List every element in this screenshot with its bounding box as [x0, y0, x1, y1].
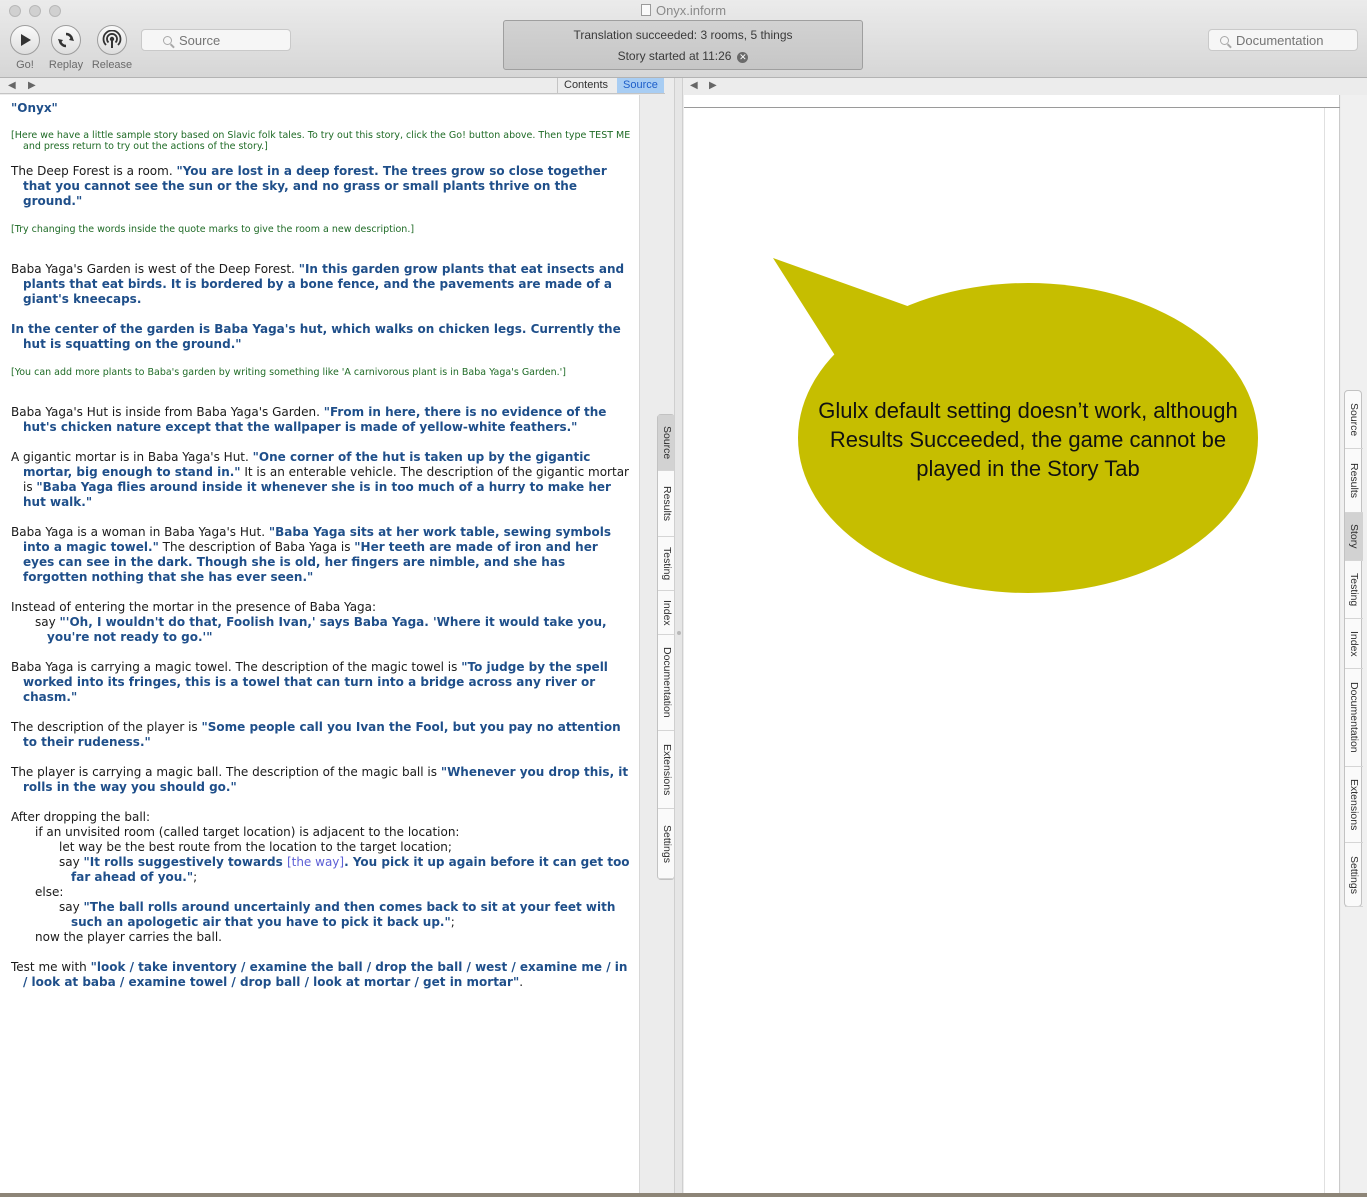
- source-text-run: ;: [193, 870, 198, 884]
- source-text-run: say: [59, 900, 84, 914]
- vtab-results[interactable]: Results: [1345, 449, 1363, 513]
- substitution-text: [the way]: [286, 855, 345, 869]
- source-editor[interactable]: "Onyx" [Here we have a little sample sto…: [0, 95, 640, 1195]
- replay-button[interactable]: [50, 25, 82, 55]
- source-text-run: The Deep Forest is a room.: [11, 164, 177, 178]
- story-title: "Onyx": [11, 101, 58, 115]
- document-icon: [640, 4, 651, 16]
- source-text-run: A gigantic mortar is in Baba Yaga's Hut.: [11, 450, 253, 464]
- quoted-text: "look / take inventory / examine the bal…: [23, 960, 628, 989]
- mortar-paragraph: A gigantic mortar is in Baba Yaga's Hut.…: [11, 450, 633, 510]
- source-text-run: The player is carrying a magic ball. The…: [11, 765, 441, 779]
- vtab-settings[interactable]: Settings: [1345, 843, 1363, 907]
- source-text-run: The description of Baba Yaga is: [158, 540, 355, 554]
- source-search-field[interactable]: [141, 29, 291, 51]
- go-button[interactable]: [9, 25, 41, 55]
- documentation-search-input[interactable]: [1236, 32, 1346, 48]
- source-search-input[interactable]: [179, 32, 269, 48]
- rule-header: After dropping the ball:: [11, 810, 151, 824]
- vtab-documentation[interactable]: Documentation: [1345, 669, 1363, 767]
- search-icon: [163, 35, 172, 45]
- quoted-text: "It rolls suggestively towards: [83, 855, 287, 869]
- documentation-search-field[interactable]: [1208, 29, 1358, 51]
- rule-line: if an unvisited room (called target loca…: [35, 825, 460, 839]
- back-arrow-icon[interactable]: ◀: [8, 80, 16, 91]
- rule-line: now the player carries the ball.: [35, 930, 222, 944]
- left-pane-nav-bar: ◀ ▶ Contents Source: [0, 78, 665, 94]
- source-text-run: .: [519, 975, 524, 989]
- rule-line: say "It rolls suggestively towards [the …: [11, 855, 633, 885]
- stop-icon[interactable]: ✕: [737, 52, 749, 63]
- garden-paragraph-2: In the center of the garden is Baba Yaga…: [11, 322, 633, 352]
- window-title-text: Onyx.inform: [655, 3, 727, 18]
- divider-handle[interactable]: [677, 631, 681, 635]
- quoted-text: In the center of the garden is Baba Yaga…: [11, 322, 621, 351]
- left-pane-tab-strip: Source Results Testing Index Documentation Ex…: [657, 414, 676, 880]
- story-header-rule: [684, 107, 1340, 108]
- plants-comment: [You can add more plants to Baba's garde…: [11, 367, 566, 378]
- quoted-text: "Baba Yaga flies around inside it whenev…: [23, 480, 611, 509]
- story-status: Story started at 11:26 ✕: [504, 49, 862, 63]
- story-status-text: Story started at 11:26: [617, 49, 732, 63]
- replay-icon: [51, 25, 81, 55]
- tab-source[interactable]: Source: [617, 78, 664, 93]
- source-text-run: ;: [450, 915, 455, 929]
- play-icon: [10, 25, 40, 55]
- release-label: Release: [91, 59, 133, 71]
- release-button[interactable]: [96, 25, 128, 55]
- source-text-run: Test me with: [11, 960, 91, 974]
- search-icon: [1220, 35, 1229, 45]
- after-dropping-rule: After dropping the ball: if an unvisited…: [11, 810, 633, 945]
- quoted-text: "'Oh, I wouldn't do that, Foolish Ivan,'…: [47, 615, 607, 644]
- split-divider[interactable]: [674, 78, 683, 1195]
- back-arrow-icon[interactable]: ◀: [690, 80, 698, 91]
- source-text-run: Baba Yaga's Garden is west of the Deep F…: [11, 262, 299, 276]
- forward-arrow-icon[interactable]: ▶: [709, 80, 717, 91]
- towel-paragraph: Baba Yaga is carrying a magic towel. The…: [11, 660, 633, 705]
- source-text-run: say: [59, 855, 84, 869]
- source-text-run: The description of the player is: [11, 720, 202, 734]
- vtab-story[interactable]: Story: [1345, 513, 1363, 561]
- desktop-edge: [0, 1193, 1367, 1197]
- toolbar: Onyx.inform Go! Replay Release Source Tr…: [0, 0, 1367, 78]
- source-text-run: say: [35, 615, 60, 629]
- vtab-source[interactable]: Source: [1345, 391, 1363, 449]
- right-pane-tab-strip: Source Results Story Testing Index Documentat…: [1344, 390, 1363, 907]
- rule-line: else:: [35, 885, 64, 899]
- rule-body: say "'Oh, I wouldn't do that, Foolish Iv…: [11, 615, 633, 645]
- hut-paragraph: Baba Yaga's Hut is inside from Baba Yaga…: [11, 405, 633, 435]
- test-me-paragraph: Test me with "look / take inventory / ex…: [11, 960, 633, 990]
- story-scroll-edge: [1324, 108, 1325, 1195]
- vtab-extensions[interactable]: Extensions: [1345, 767, 1363, 843]
- deep-forest-paragraph: The Deep Forest is a room. "You are lost…: [11, 164, 633, 209]
- intro-comment: [Here we have a little sample story base…: [11, 130, 631, 152]
- vtab-index[interactable]: Index: [1345, 619, 1363, 669]
- rule-header: Instead of entering the mortar in the pr…: [11, 600, 377, 614]
- annotation-text: Glulx default setting doesn’t work, alth…: [818, 398, 1238, 481]
- forward-arrow-icon[interactable]: ▶: [28, 80, 36, 91]
- rule-line: say "The ball rolls around uncertainly a…: [11, 900, 633, 930]
- quoted-text: "The ball rolls around uncertainly and t…: [71, 900, 616, 929]
- garden-paragraph: Baba Yaga's Garden is west of the Deep F…: [11, 262, 633, 307]
- source-text-run: Baba Yaga's Hut is inside from Baba Yaga…: [11, 405, 324, 419]
- right-pane-nav-bar: ◀ ▶: [684, 78, 1367, 94]
- source-text-run: Baba Yaga is carrying a magic towel. The…: [11, 660, 462, 674]
- rule-line: let way be the best route from the locat…: [59, 840, 452, 854]
- translation-status: Translation succeeded: 3 rooms, 5 things: [573, 28, 793, 42]
- broadcast-icon: [97, 25, 127, 55]
- tab-contents[interactable]: Contents: [557, 78, 614, 93]
- try-comment: [Try changing the words inside the quote…: [11, 224, 415, 235]
- source-text-run: Baba Yaga is a woman in Baba Yaga's Hut.: [11, 525, 269, 539]
- instead-rule: Instead of entering the mortar in the pr…: [11, 600, 633, 645]
- status-panel: Translation succeeded: 3 rooms, 5 things…: [503, 20, 863, 70]
- ball-paragraph: The player is carrying a magic ball. The…: [11, 765, 633, 795]
- source-text[interactable]: "Onyx" [Here we have a little sample sto…: [11, 101, 633, 1005]
- vtab-testing[interactable]: Testing: [1345, 561, 1363, 619]
- baba-yaga-paragraph: Baba Yaga is a woman in Baba Yaga's Hut.…: [11, 525, 633, 585]
- window-title: Onyx.inform: [0, 3, 1367, 18]
- player-paragraph: The description of the player is "Some p…: [11, 720, 633, 750]
